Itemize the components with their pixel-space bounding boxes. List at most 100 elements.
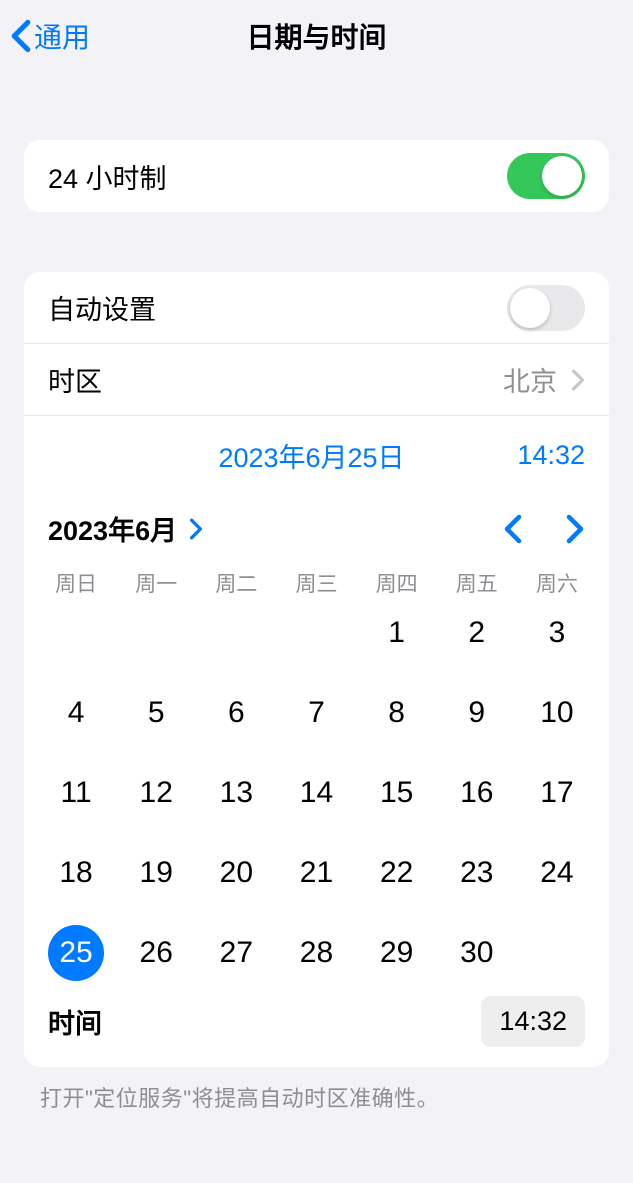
calendar-day: 10	[529, 685, 585, 741]
calendar-cell[interactable]: 4	[36, 682, 116, 744]
calendar-cell[interactable]: 15	[357, 762, 437, 824]
twenty-four-hour-switch[interactable]	[507, 153, 585, 199]
calendar-cell[interactable]: 19	[116, 842, 196, 904]
month-label: 2023年6月	[48, 509, 177, 548]
calendar-cell[interactable]: 23	[437, 842, 517, 904]
time-row: 时间 14:32	[24, 992, 609, 1067]
calendar-day: 11	[48, 765, 104, 821]
calendar-cell[interactable]: 22	[357, 842, 437, 904]
calendar-cell[interactable]: 6	[196, 682, 276, 744]
weekday-label: 周一	[116, 568, 196, 598]
calendar-cell[interactable]: 14	[276, 762, 356, 824]
calendar-cell[interactable]: 13	[196, 762, 276, 824]
calendar-grid: 1234567891011121314151617181920212223242…	[24, 602, 609, 992]
calendar-day: 22	[369, 845, 425, 901]
calendar-cell[interactable]: 10	[517, 682, 597, 744]
timezone-row[interactable]: 时区 北京	[24, 344, 609, 416]
calendar-cell[interactable]: 8	[357, 682, 437, 744]
auto-set-row: 自动设置	[24, 272, 609, 344]
calendar-cell[interactable]: 16	[437, 762, 517, 824]
calendar-day: 13	[208, 765, 264, 821]
calendar-day: 25	[48, 925, 104, 981]
month-button[interactable]: 2023年6月	[48, 509, 203, 548]
switch-knob	[542, 156, 582, 196]
settings-group-2: 自动设置 时区 北京 2023年6月25日 14:32 2023年6月	[24, 272, 609, 1067]
auto-set-label: 自动设置	[48, 288, 507, 327]
date-display[interactable]: 2023年6月25日	[48, 436, 475, 475]
timezone-value: 北京	[503, 360, 557, 399]
calendar-day: 12	[128, 765, 184, 821]
calendar-cell[interactable]: 21	[276, 842, 356, 904]
calendar-cell[interactable]: 29	[357, 922, 437, 984]
prev-month-button[interactable]	[503, 514, 523, 544]
calendar-empty-cell	[196, 602, 276, 664]
calendar-day: 21	[288, 845, 344, 901]
calendar-day: 30	[449, 925, 505, 981]
calendar-cell[interactable]: 20	[196, 842, 276, 904]
calendar-day: 18	[48, 845, 104, 901]
calendar-cell[interactable]: 5	[116, 682, 196, 744]
back-button[interactable]: 通用	[10, 16, 90, 56]
calendar-day: 4	[48, 685, 104, 741]
calendar-day: 1	[369, 605, 425, 661]
weekday-label: 周五	[437, 568, 517, 598]
calendar-cell[interactable]: 25	[36, 922, 116, 984]
calendar-day: 7	[288, 685, 344, 741]
chevron-left-icon	[10, 19, 32, 53]
calendar-cell[interactable]: 27	[196, 922, 276, 984]
next-month-button[interactable]	[565, 514, 585, 544]
calendar-cell[interactable]: 18	[36, 842, 116, 904]
calendar-day: 24	[529, 845, 585, 901]
calendar-cell[interactable]: 7	[276, 682, 356, 744]
weekday-label: 周二	[196, 568, 276, 598]
calendar-day: 8	[369, 685, 425, 741]
calendar-cell[interactable]: 1	[357, 602, 437, 664]
calendar-day: 28	[288, 925, 344, 981]
calendar-nav	[503, 514, 585, 544]
calendar-cell[interactable]: 30	[437, 922, 517, 984]
weekday-header: 周日周一周二周三周四周五周六	[24, 558, 609, 602]
time-picker-button[interactable]: 14:32	[481, 996, 585, 1047]
calendar-cell[interactable]: 11	[36, 762, 116, 824]
weekday-label: 周日	[36, 568, 116, 598]
calendar-cell[interactable]: 3	[517, 602, 597, 664]
calendar-empty-cell	[36, 602, 116, 664]
calendar-day: 23	[449, 845, 505, 901]
calendar-day: 20	[208, 845, 264, 901]
calendar-day: 19	[128, 845, 184, 901]
time-display[interactable]: 14:32	[475, 440, 585, 471]
calendar-day: 26	[128, 925, 184, 981]
page-title: 日期与时间	[0, 16, 633, 56]
calendar-empty-cell	[116, 602, 196, 664]
calendar-cell[interactable]: 2	[437, 602, 517, 664]
calendar-cell[interactable]: 9	[437, 682, 517, 744]
auto-set-switch[interactable]	[507, 285, 585, 331]
calendar-cell[interactable]: 17	[517, 762, 597, 824]
weekday-label: 周四	[357, 568, 437, 598]
calendar-day: 16	[449, 765, 505, 821]
calendar-cell[interactable]: 24	[517, 842, 597, 904]
calendar-day: 9	[449, 685, 505, 741]
calendar-cell[interactable]: 28	[276, 922, 356, 984]
calendar-header: 2023年6月	[24, 485, 609, 558]
calendar-day: 2	[449, 605, 505, 661]
calendar-cell[interactable]: 26	[116, 922, 196, 984]
footer-hint: 打开"定位服务"将提高自动时区准确性。	[40, 1081, 593, 1113]
back-label: 通用	[34, 16, 90, 56]
twenty-four-hour-label: 24 小时制	[48, 157, 507, 196]
calendar-day: 6	[208, 685, 264, 741]
calendar-empty-cell	[276, 602, 356, 664]
switch-knob	[510, 288, 550, 328]
calendar-day: 15	[369, 765, 425, 821]
calendar-day: 27	[208, 925, 264, 981]
calendar-day: 17	[529, 765, 585, 821]
timezone-label: 时区	[48, 360, 503, 399]
time-label: 时间	[48, 1002, 481, 1041]
datetime-display-row: 2023年6月25日 14:32	[24, 416, 609, 485]
calendar-day: 3	[529, 605, 585, 661]
chevron-right-icon	[571, 369, 585, 391]
weekday-label: 周三	[276, 568, 356, 598]
weekday-label: 周六	[517, 568, 597, 598]
calendar-day: 29	[369, 925, 425, 981]
calendar-cell[interactable]: 12	[116, 762, 196, 824]
